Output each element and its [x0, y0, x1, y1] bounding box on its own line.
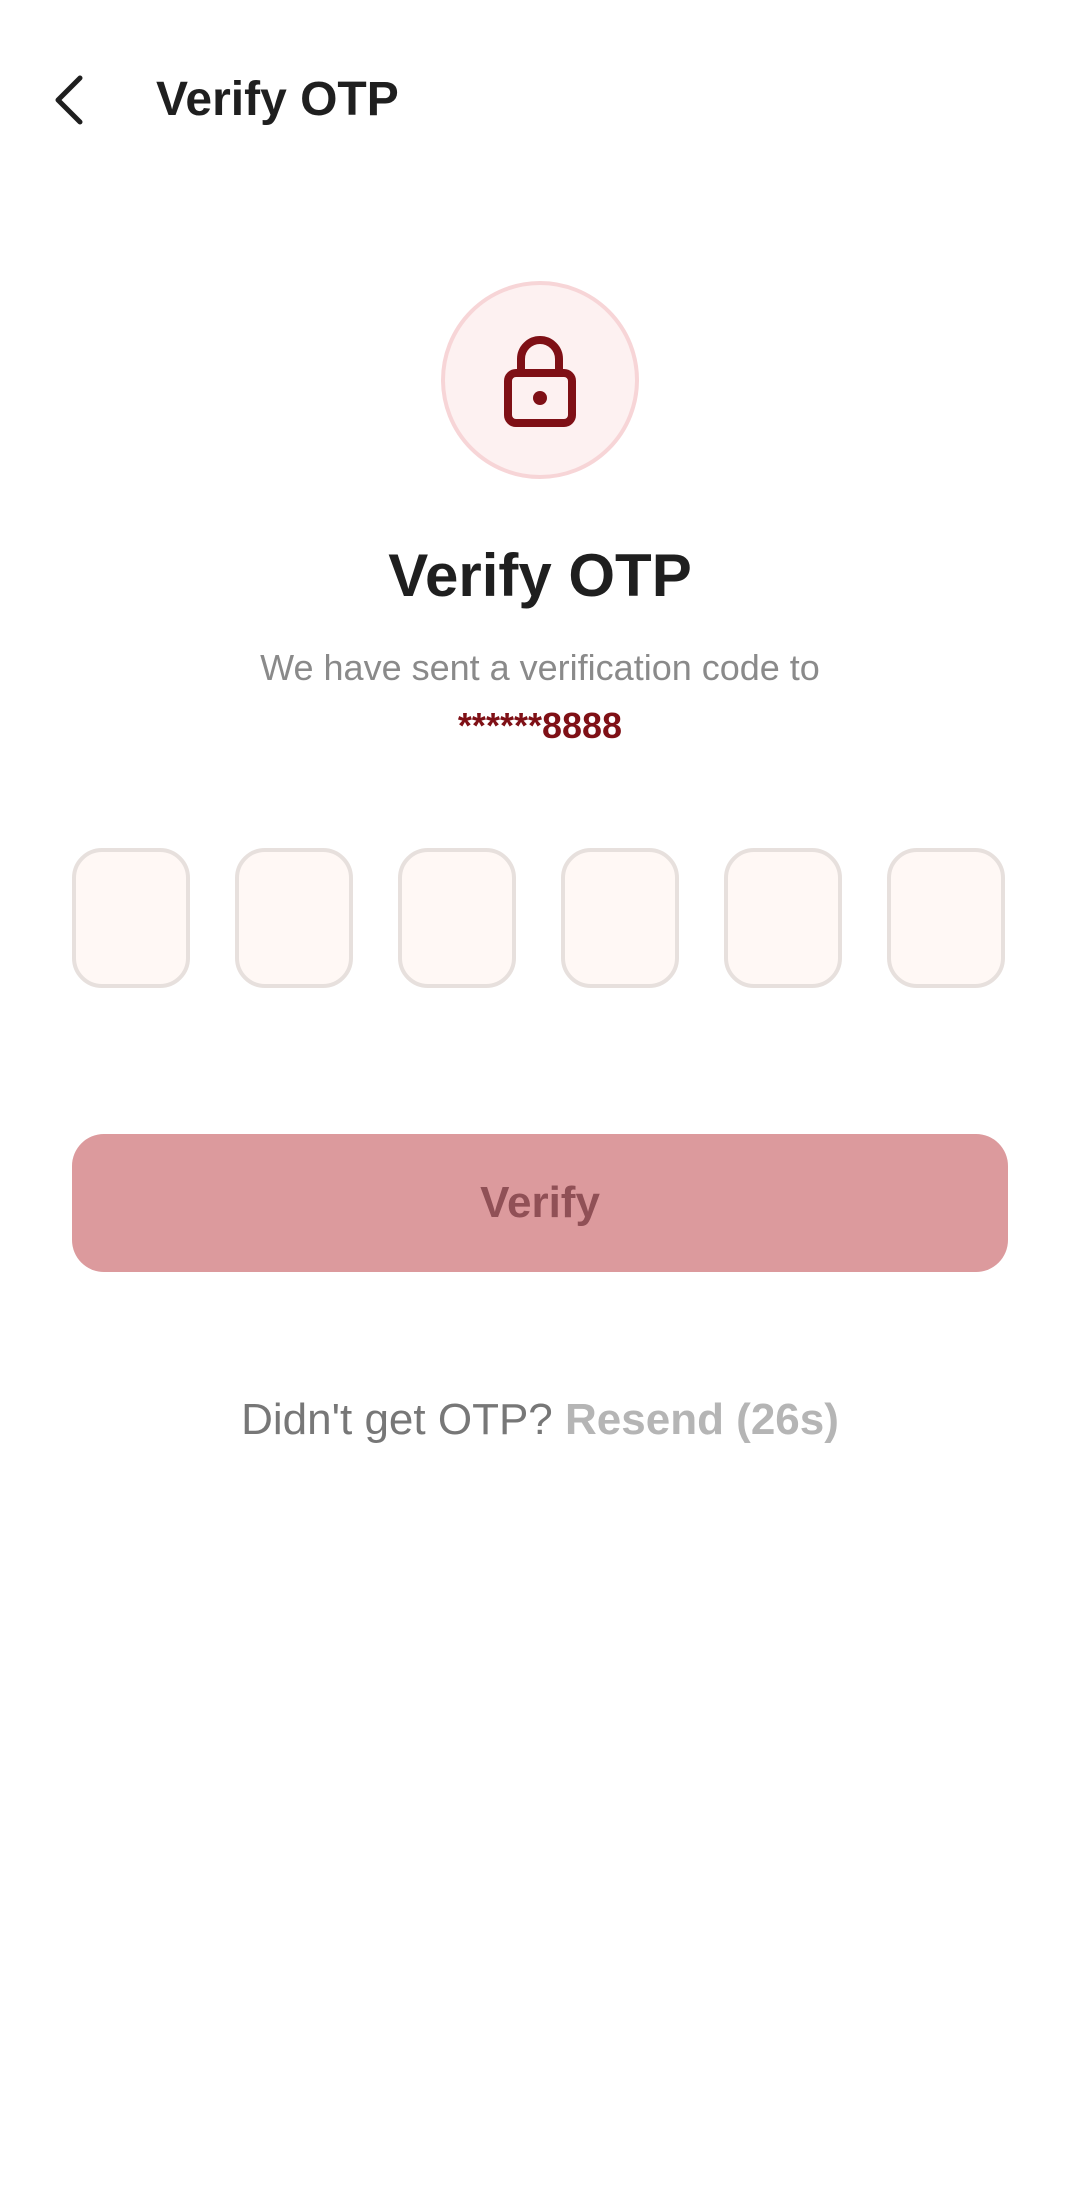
otp-digit-2[interactable] [235, 848, 353, 988]
resend-prompt: Didn't get OTP? [241, 1395, 553, 1444]
resend-button[interactable]: Resend (26s) [565, 1395, 839, 1444]
lock-icon [504, 336, 576, 427]
masked-phone-number: ******8888 [457, 705, 623, 746]
otp-digit-4[interactable] [561, 848, 679, 988]
resend-row: Didn't get OTP? Resend (26s) [0, 1390, 1080, 1450]
page-title: Verify OTP [388, 542, 692, 609]
otp-digit-6[interactable] [887, 848, 1005, 988]
subtitle-text: We have sent a verification code to [260, 647, 820, 688]
chevron-left-icon [55, 75, 83, 125]
app-header: Verify OTP [0, 0, 1080, 200]
lock-badge [441, 281, 639, 479]
back-button[interactable] [40, 60, 100, 140]
verify-button[interactable]: Verify [72, 1134, 1008, 1272]
otp-digit-5[interactable] [724, 848, 842, 988]
otp-digit-1[interactable] [72, 848, 190, 988]
otp-input-group [72, 848, 1008, 988]
otp-digit-3[interactable] [398, 848, 516, 988]
header-title: Verify OTP [156, 73, 399, 126]
